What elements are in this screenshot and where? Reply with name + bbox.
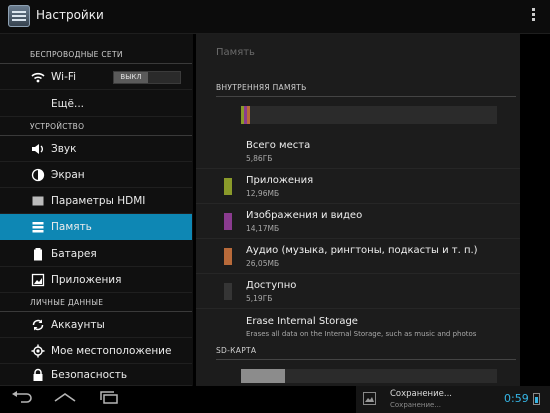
volume-icon: [31, 142, 45, 156]
sidebar-item-storage[interactable]: Память: [0, 214, 192, 240]
sidebar-item-label: Аккаунты: [51, 319, 105, 331]
settings-app-icon[interactable]: [8, 5, 30, 27]
internal-usage-bar: [241, 106, 497, 124]
sidebar-item-label: Ещё...: [51, 98, 84, 110]
usage-segment-audio: [247, 106, 250, 124]
location-icon: [31, 344, 45, 358]
wifi-toggle-state: ВЫКЛ: [114, 72, 148, 83]
sd-card-header: SD-КАРТА: [216, 346, 516, 360]
row-title: Erase Internal Storage: [246, 316, 358, 327]
sidebar-item-display[interactable]: Экран: [0, 162, 192, 188]
sidebar-item-location[interactable]: Мое местоположение: [0, 338, 192, 364]
storage-row-audio[interactable]: Аудио (музыка, рингтоны, подкасты и т. п…: [196, 240, 520, 274]
sidebar-item-label: Мое местоположение: [51, 345, 172, 357]
sidebar-item-label: Wi-Fi: [51, 71, 77, 83]
status-clock: 0:59: [504, 392, 529, 405]
notification-subtitle: Сохранение...: [390, 401, 442, 409]
wifi-toggle[interactable]: ВЫКЛ: [113, 71, 181, 84]
hdmi-icon: [31, 194, 45, 208]
panel-title: Память: [216, 47, 255, 58]
brightness-icon: [31, 168, 45, 182]
sidebar-item-label: Приложения: [51, 274, 122, 286]
battery-status-icon: [533, 393, 540, 405]
storage-panel: Память ВНУТРЕННЯЯ ПАМЯТЬ Всего места 5,8…: [196, 34, 520, 386]
sidebar-item-hdmi[interactable]: Параметры HDMI: [0, 188, 192, 214]
lock-icon: [31, 368, 45, 382]
sidebar-item-sound[interactable]: Звук: [0, 136, 192, 162]
sync-icon: [31, 318, 45, 332]
settings-sidebar: БЕСПРОВОДНЫЕ СЕТИ Wi-Fi ВЫКЛ Ещё... УСТР…: [0, 34, 193, 386]
overflow-menu-icon[interactable]: [532, 8, 536, 23]
sidebar-item-apps[interactable]: Приложения: [0, 267, 192, 293]
row-value: 26,05МБ: [246, 259, 280, 268]
sidebar-item-label: Звук: [51, 143, 77, 155]
row-value: 5,19ГБ: [246, 294, 273, 303]
sidebar-item-label: Батарея: [51, 248, 97, 260]
internal-storage-header: ВНУТРЕННЯЯ ПАМЯТЬ: [216, 83, 516, 97]
available-color-swatch: [224, 283, 232, 300]
storage-row-media[interactable]: Изображения и видео 14,17МБ: [196, 205, 520, 239]
home-button[interactable]: [50, 390, 80, 410]
battery-icon: [31, 247, 45, 261]
storage-row-apps[interactable]: Приложения 12,96МБ: [196, 170, 520, 204]
sidebar-item-more[interactable]: Ещё...: [0, 91, 192, 117]
sd-usage-bar: [241, 369, 497, 383]
media-color-swatch: [224, 213, 232, 230]
row-value: 12,96МБ: [246, 189, 280, 198]
category-personal: ЛИЧНЫЕ ДАННЫЕ: [0, 294, 192, 312]
sidebar-item-label: Безопасность: [51, 369, 128, 381]
usage-segment-sd: [241, 369, 285, 383]
row-description: Erases all data on the Internal Storage,…: [246, 330, 477, 338]
sidebar-item-label: Параметры HDMI: [51, 195, 146, 207]
recent-apps-button[interactable]: [94, 390, 124, 410]
notification-area[interactable]: Сохранение... Сохранение... 0:59: [356, 386, 550, 413]
sidebar-item-wifi[interactable]: Wi-Fi ВЫКЛ: [0, 64, 192, 90]
sidebar-item-label: Память: [51, 221, 92, 233]
back-button[interactable]: [6, 390, 36, 410]
sidebar-item-security[interactable]: Безопасность: [0, 364, 192, 386]
apps-color-swatch: [224, 178, 232, 195]
sidebar-item-label: Экран: [51, 169, 85, 181]
storage-icon: [31, 220, 45, 234]
category-wireless: БЕСПРОВОДНЫЕ СЕТИ: [0, 46, 192, 64]
storage-row-available: Доступно 5,19ГБ: [196, 275, 520, 309]
category-device: УСТРОЙСТВО: [0, 118, 192, 136]
erase-internal-storage-button[interactable]: Erase Internal Storage Erases all data o…: [196, 311, 520, 345]
row-title: Всего места: [246, 140, 311, 151]
page-title: Настройки: [36, 8, 104, 22]
action-bar: Настройки: [0, 0, 550, 34]
wifi-icon: [31, 70, 45, 84]
notification-title: Сохранение...: [390, 389, 452, 399]
sidebar-item-battery[interactable]: Батарея: [0, 241, 192, 267]
row-title: Доступно: [246, 280, 297, 291]
storage-row-total: Всего места 5,86ГБ: [196, 135, 520, 169]
screenshot-icon: [363, 392, 376, 405]
apps-icon: [31, 273, 45, 287]
row-value: 14,17МБ: [246, 224, 280, 233]
row-title: Аудио (музыка, рингтоны, подкасты и т. п…: [246, 245, 478, 256]
audio-color-swatch: [224, 248, 232, 265]
sidebar-item-accounts[interactable]: Аккаунты: [0, 312, 192, 338]
row-title: Изображения и видео: [246, 210, 363, 221]
row-value: 5,86ГБ: [246, 154, 273, 163]
row-title: Приложения: [246, 175, 314, 186]
